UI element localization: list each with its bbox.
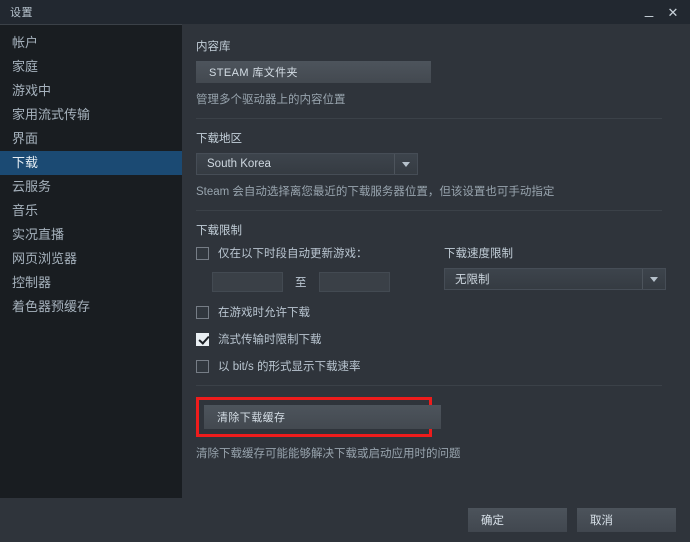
divider: [196, 385, 662, 386]
download-limits-right-column: 下载速度限制 无限制: [444, 245, 666, 374]
dialog-footer: 确定 取消: [0, 498, 690, 542]
download-speed-limit-select[interactable]: 无限制: [444, 268, 666, 290]
download-limits-row: 仅在以下时段自动更新游戏： 至 在游戏时允许下载 流式传输时限制下载 以 bit…: [196, 245, 668, 374]
auto-update-schedule-label: 仅在以下时段自动更新游戏：: [218, 248, 368, 260]
settings-window: 设置 _ ✕ 帐户 家庭 游戏中 家用流式传输 界面 下载 云服务 音乐 实况直…: [0, 0, 690, 542]
close-icon[interactable]: ✕: [662, 1, 684, 23]
download-limits-heading: 下载限制: [196, 225, 242, 237]
sidebar-item-shader-precache[interactable]: 着色器预缓存: [0, 295, 182, 319]
sidebar-item-broadcast[interactable]: 实况直播: [0, 223, 182, 247]
divider: [196, 210, 662, 211]
minimize-icon[interactable]: _: [638, 0, 660, 26]
sidebar-item-cloud[interactable]: 云服务: [0, 175, 182, 199]
window-controls: _ ✕: [638, 0, 684, 24]
sidebar-item-music[interactable]: 音乐: [0, 199, 182, 223]
settings-sidebar: 帐户 家庭 游戏中 家用流式传输 界面 下载 云服务 音乐 实况直播 网页浏览器…: [0, 24, 182, 498]
settings-content-panel: 内容库 STEAM 库文件夹 管理多个驱动器上的内容位置 下载地区 South …: [182, 24, 690, 498]
throttle-while-streaming-row[interactable]: 流式传输时限制下载: [196, 331, 444, 347]
time-separator-label: 至: [295, 277, 307, 289]
throttle-while-streaming-label: 流式传输时限制下载: [218, 334, 322, 346]
sidebar-item-interface[interactable]: 界面: [0, 127, 182, 151]
title-bar: 设置 _ ✕: [0, 0, 690, 24]
clear-download-cache-button[interactable]: 清除下载缓存: [204, 405, 441, 429]
allow-downloads-while-playing-row[interactable]: 在游戏时允许下载: [196, 304, 444, 320]
cancel-button[interactable]: 取消: [577, 508, 676, 532]
clear-cache-highlight-annotation: 清除下载缓存: [196, 397, 441, 437]
display-rate-in-bits-row[interactable]: 以 bit/s 的形式显示下载速率: [196, 358, 444, 374]
divider: [196, 118, 662, 119]
download-region-heading: 下载地区: [196, 133, 242, 145]
allow-downloads-while-playing-label: 在游戏时允许下载: [218, 307, 310, 319]
sidebar-item-account[interactable]: 帐户: [0, 31, 182, 55]
steam-library-folders-button[interactable]: STEAM 库文件夹: [196, 61, 431, 83]
checkbox-icon[interactable]: [196, 359, 209, 373]
download-region-value: South Korea: [207, 158, 271, 170]
chevron-down-icon: [642, 269, 665, 289]
window-title: 设置: [10, 7, 33, 19]
ok-button[interactable]: 确定: [468, 508, 567, 532]
content-library-heading: 内容库: [196, 41, 231, 53]
checkbox-icon[interactable]: [196, 305, 209, 319]
sidebar-item-in-game[interactable]: 游戏中: [0, 79, 182, 103]
chevron-down-glyph: [402, 161, 410, 167]
download-speed-limit-heading: 下载速度限制: [444, 248, 513, 260]
download-speed-limit-value: 无限制: [455, 274, 490, 286]
footer-buttons: 确定 取消: [468, 508, 676, 532]
content-library-hint: 管理多个驱动器上的内容位置: [196, 94, 346, 106]
auto-update-schedule-checkbox-row[interactable]: 仅在以下时段自动更新游戏：: [196, 245, 444, 261]
clear-cache-hint: 清除下载缓存可能能够解决下载或启动应用时的问题: [196, 448, 461, 460]
display-rate-in-bits-label: 以 bit/s 的形式显示下载速率: [218, 361, 361, 373]
schedule-end-time-input[interactable]: [318, 272, 390, 292]
sidebar-item-home-streaming[interactable]: 家用流式传输: [0, 103, 182, 127]
download-region-select[interactable]: South Korea: [196, 153, 418, 175]
sidebar-item-controller[interactable]: 控制器: [0, 271, 182, 295]
sidebar-item-web-browser[interactable]: 网页浏览器: [0, 247, 182, 271]
checkbox-checked-icon[interactable]: [196, 332, 209, 346]
sidebar-item-downloads[interactable]: 下载: [0, 151, 182, 175]
schedule-start-time-input[interactable]: [212, 272, 283, 292]
sidebar-item-family[interactable]: 家庭: [0, 55, 182, 79]
schedule-time-row: 至: [212, 272, 444, 292]
download-limits-left-column: 仅在以下时段自动更新游戏： 至 在游戏时允许下载 流式传输时限制下载 以 bit…: [196, 245, 444, 374]
chevron-down-icon: [394, 154, 417, 174]
chevron-down-glyph: [650, 276, 658, 282]
checkbox-icon[interactable]: [196, 246, 209, 260]
download-region-hint: Steam 会自动选择离您最近的下载服务器位置，但该设置也可手动指定: [196, 186, 555, 198]
